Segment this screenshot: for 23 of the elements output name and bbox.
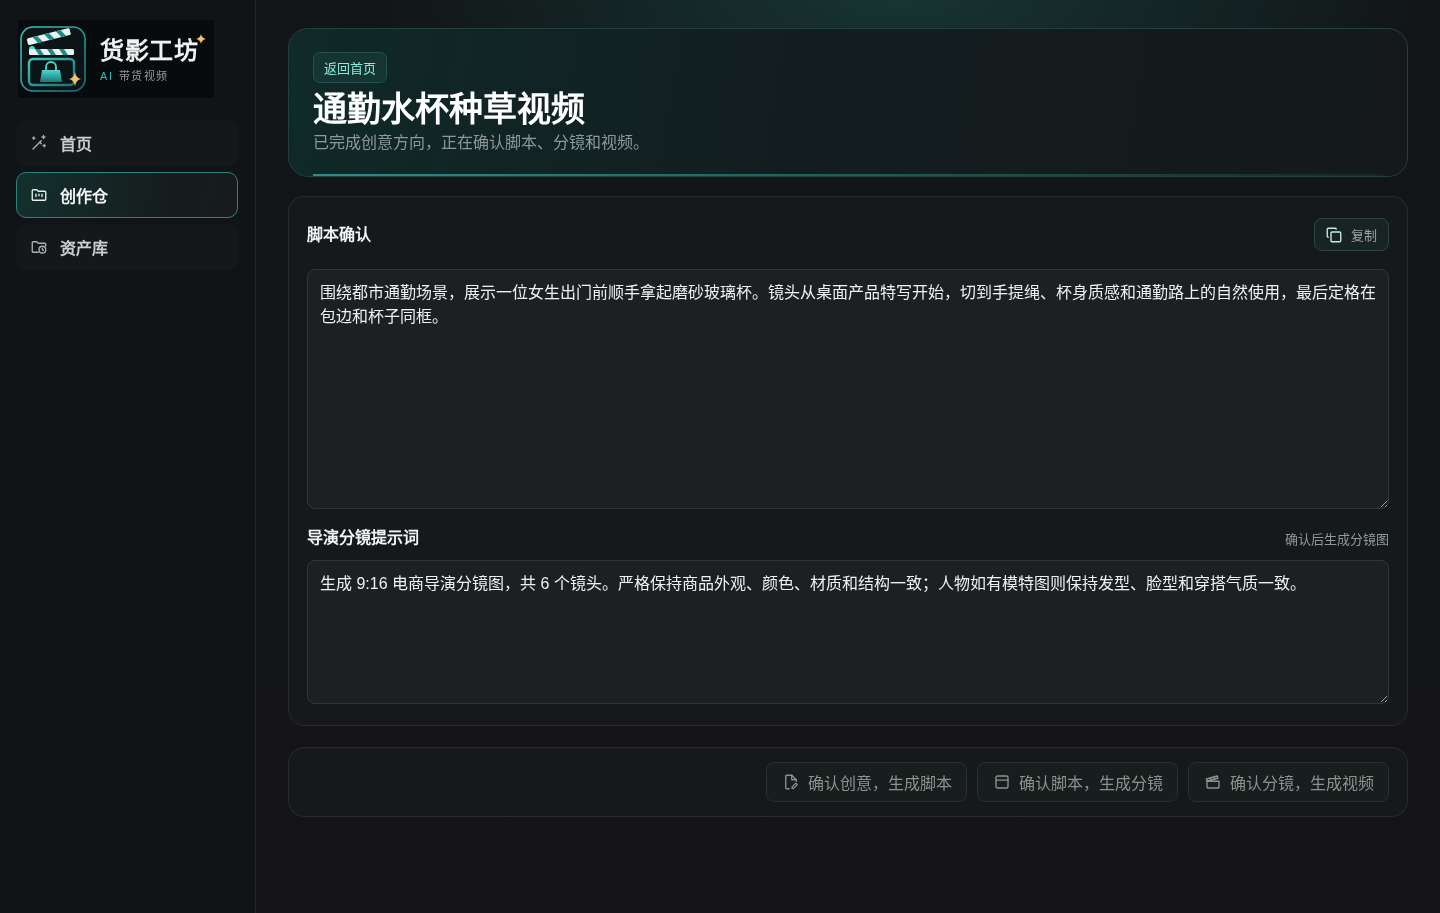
app-tag: AI: [100, 69, 114, 83]
sparkle-icon: [196, 33, 206, 44]
page-subtitle: 已完成创意方向，正在确认脚本、分镜和视频。: [313, 133, 650, 153]
section-hint: 确认后生成分镜图: [1285, 530, 1389, 548]
folder-clock-icon: [30, 238, 48, 256]
back-button[interactable]: 返回首页: [313, 52, 387, 83]
script-text-area[interactable]: 围绕都市通勤场景，展示一位女生出门前顺手拿起磨砂玻璃杯。镜头从桌面产品特写开始，切到手提绳、杯身质感和通勤路上的自然使用，最后定格在包边和杯子同框。: [307, 269, 1389, 509]
app-subtitle: 带货视频: [118, 69, 169, 83]
app-name: 货影工坊: [100, 35, 198, 66]
copy-icon: [1325, 225, 1343, 244]
nav-item[interactable]: 资产库: [16, 224, 238, 270]
prompt-text-area[interactable]: 生成 9:16 电商导演分镜图，共 6 个镜头。严格保持商品外观、颜色、材质和结构一致；人物如有模特图则保持发型、脸型和穿搭气质一致。: [307, 560, 1389, 704]
file-pen-icon: [782, 773, 800, 791]
clapperboard-icon: [1204, 773, 1222, 791]
folder-chart-icon: [30, 186, 48, 204]
magic-wand-icon: [30, 134, 48, 152]
nav-item[interactable]: 创作仓: [16, 172, 238, 218]
section-title: 脚本确认: [307, 224, 371, 245]
nav-item[interactable]: 首页: [16, 120, 238, 166]
copy-button[interactable]: 复制: [1314, 218, 1389, 251]
panel-icon: [993, 773, 1011, 791]
section-title: 导演分镜提示词: [307, 528, 419, 548]
page-title: 通勤水杯种草视频: [313, 89, 586, 130]
